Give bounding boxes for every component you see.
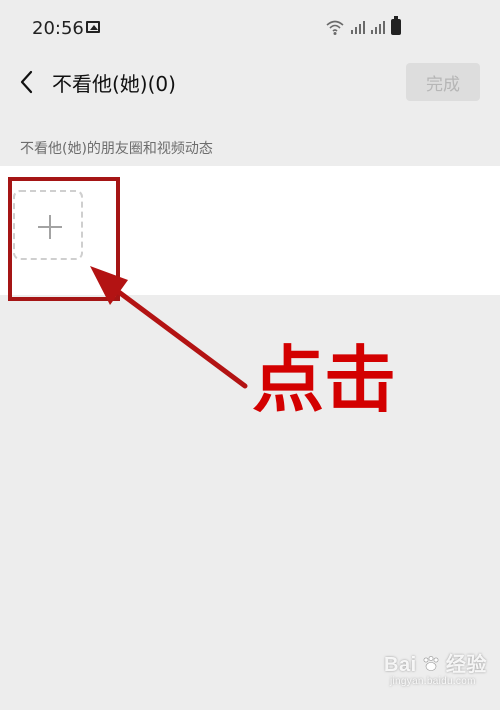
watermark-brand-right: 经验 — [445, 654, 487, 676]
done-button[interactable]: 完成 — [406, 63, 480, 101]
status-time: 20:56 — [32, 18, 84, 39]
watermark: Bai 经验 jingyan.baidu.com — [384, 655, 487, 687]
top-bar: 不看他(她)(0) 完成 — [0, 56, 500, 108]
annotation-label: 点击 — [252, 338, 397, 422]
page-title: 不看他(她)(0) — [52, 72, 176, 96]
battery-icon — [391, 16, 401, 35]
chevron-left-icon[interactable] — [18, 70, 36, 94]
gallery-icon — [86, 21, 100, 33]
paw-icon — [423, 656, 439, 671]
member-list — [0, 166, 500, 295]
add-member-button[interactable] — [13, 190, 83, 260]
signal-icon — [371, 21, 385, 34]
status-bar: 20:56 — [0, 0, 500, 56]
signal-icon — [351, 21, 365, 34]
watermark-brand-left: Bai — [384, 654, 417, 676]
plus-icon — [38, 215, 62, 239]
watermark-subtext: jingyan.baidu.com — [390, 676, 476, 687]
section-hint: 不看他(她)的朋友圈和视频动态 — [20, 141, 213, 157]
wifi-icon — [326, 20, 344, 35]
